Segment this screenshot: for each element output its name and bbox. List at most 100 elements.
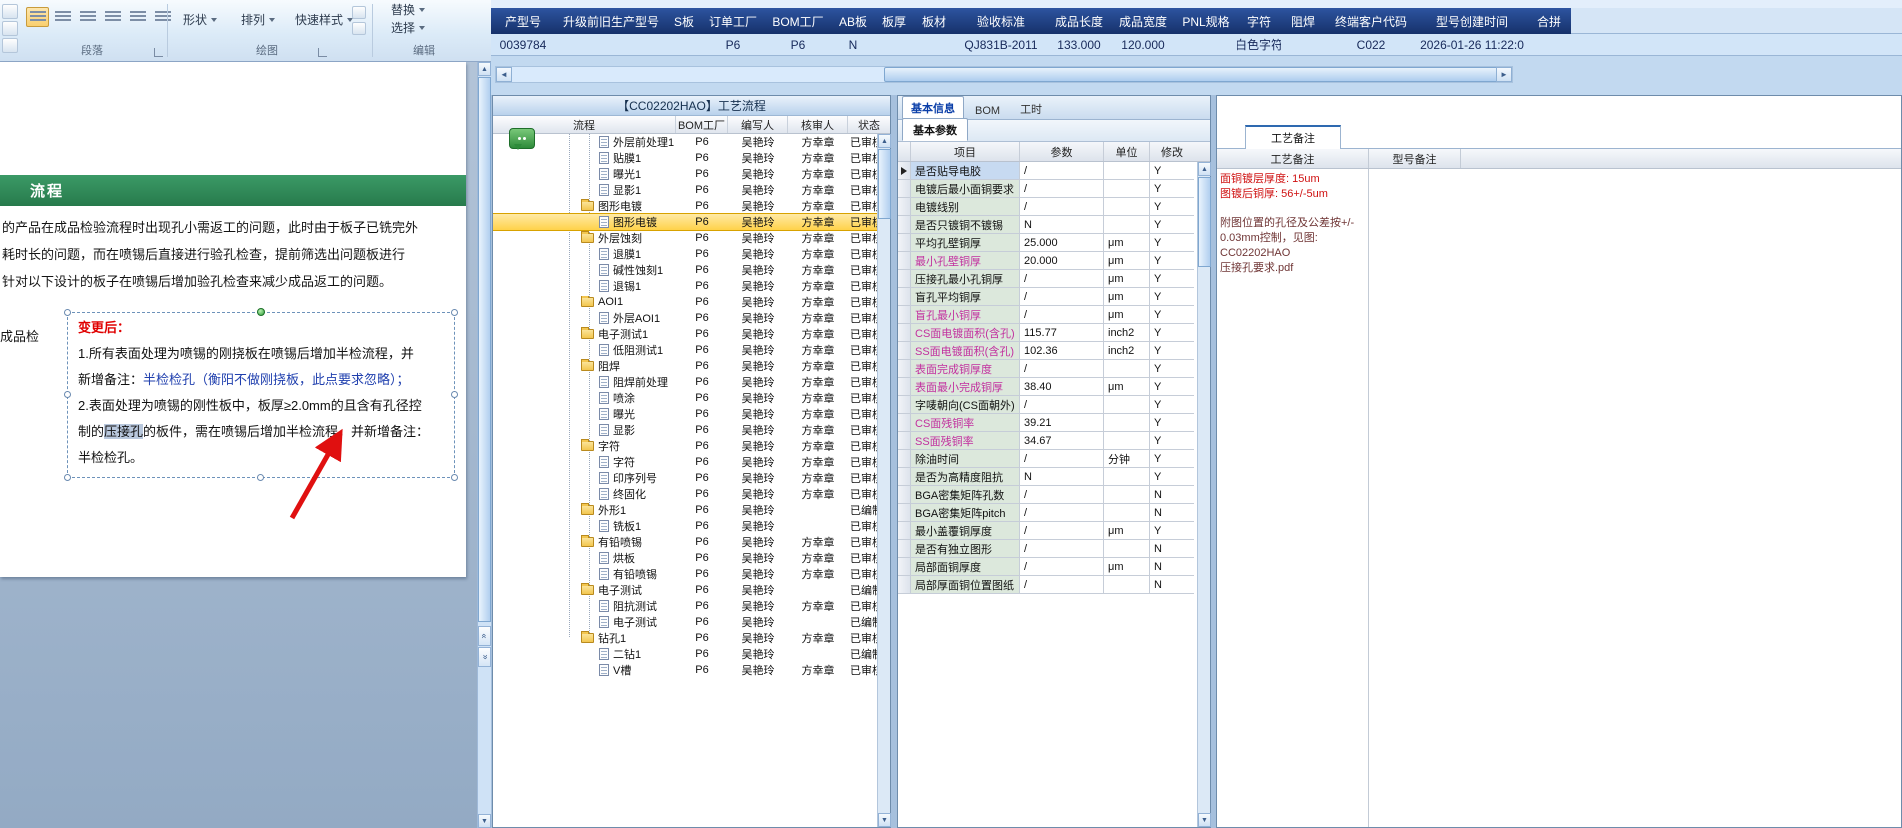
arrange-button[interactable]: 排列	[234, 8, 282, 31]
parameter-row[interactable]: 除油时间 / 分钟 Y	[898, 450, 1197, 468]
parameter-row[interactable]: 表面完成铜厚度 / Y	[898, 360, 1197, 378]
flow-row[interactable]: 终固化 P6 吴艳玲 方幸章 已审核	[493, 486, 877, 502]
align-left-button[interactable]	[26, 7, 49, 27]
scroll-down-icon[interactable]: ▼	[878, 813, 891, 827]
scrollbar-thumb[interactable]	[478, 77, 491, 622]
flow-row[interactable]: 图形电镀 P6 吴艳玲 方幸章 已审核	[493, 198, 877, 214]
parameter-row[interactable]: 是否只镀铜不镀锡 N Y	[898, 216, 1197, 234]
model-column-header[interactable]: 成品长度	[1047, 8, 1111, 34]
model-column-header[interactable]: 字符	[1237, 8, 1281, 34]
parameter-row[interactable]: 电镀线别 / Y	[898, 198, 1197, 216]
flow-row[interactable]: 钻孔1 P6 吴艳玲 方幸章 已审核	[493, 630, 877, 646]
resize-handle[interactable]	[64, 309, 71, 316]
resize-handle[interactable]	[64, 474, 71, 481]
tab-basic-info[interactable]: 基本信息	[902, 96, 964, 119]
mini-toolbar-button[interactable]	[2, 38, 18, 53]
drawing-dialog-launcher-icon[interactable]	[318, 48, 327, 57]
text-box-selection[interactable]: 变更后： 1.所有表面处理为喷锡的刚挠板在喷锡后增加半检流程，并 新增备注：半检检…	[64, 308, 458, 481]
model-column-header[interactable]: 阻焊	[1281, 8, 1325, 34]
comment-bubble-icon[interactable]	[509, 128, 535, 150]
model-column-header[interactable]: 验收标准	[955, 8, 1047, 34]
paragraph-dialog-launcher-icon[interactable]	[154, 48, 163, 57]
parameter-row[interactable]: 是否为高精度阻抗 N Y	[898, 468, 1197, 486]
model-column-header[interactable]: 合拼	[1527, 8, 1571, 34]
flow-row[interactable]: 曝光1 P6 吴艳玲 方幸章 已审核	[493, 166, 877, 182]
parameter-row[interactable]: 平均孔壁铜厚 25.000 μm Y	[898, 234, 1197, 252]
flow-row[interactable]: 印序列号 P6 吴艳玲 方幸章 已审核	[493, 470, 877, 486]
model-column-header[interactable]: 板厚	[875, 8, 913, 34]
tab-basic-parameters[interactable]: 基本参数	[902, 118, 968, 141]
parameter-row[interactable]: 盲孔最小铜厚 / μm Y	[898, 306, 1197, 324]
model-column-header[interactable]: 型号创建时间	[1417, 8, 1527, 34]
column-header-bom-factory[interactable]: BOM工厂	[676, 116, 728, 133]
flow-row[interactable]: 曝光 P6 吴艳玲 方幸章 已审核	[493, 406, 877, 422]
parameter-row[interactable]: CS面电镀面积(含孔) 115.77 inch2 Y	[898, 324, 1197, 342]
column-header-status[interactable]: 状态	[848, 116, 890, 133]
flow-row[interactable]: 外层AOI1 P6 吴艳玲 方幸章 已审核	[493, 310, 877, 326]
scroll-right-icon[interactable]: ►	[1496, 67, 1512, 82]
model-column-header[interactable]: PNL规格	[1175, 8, 1237, 34]
quick-styles-button[interactable]: 快速样式	[288, 8, 360, 31]
flow-row[interactable]: 外层前处理1 P6 吴艳玲 方幸章 已审核	[493, 134, 877, 150]
flow-row[interactable]: 电子测试1 P6 吴艳玲 方幸章 已审核	[493, 326, 877, 342]
tab-work-hours[interactable]: 工时	[1011, 97, 1051, 119]
column-header-parameter[interactable]: 参数	[1020, 142, 1104, 161]
tab-process-notes[interactable]: 工艺备注	[1245, 125, 1341, 149]
model-column-header[interactable]: 板材	[913, 8, 955, 34]
process-notes-content[interactable]: 面铜镀层厚度: 15um 图镀后铜厚: 56+/-5um 附图位置的孔径及公差按+/…	[1217, 169, 1369, 827]
parameter-row[interactable]: BGA密集矩阵孔数 / N	[898, 486, 1197, 504]
column-header-unit[interactable]: 单位	[1104, 142, 1150, 161]
resize-handle[interactable]	[451, 309, 458, 316]
flow-row[interactable]: 显影1 P6 吴艳玲 方幸章 已审核	[493, 182, 877, 198]
resize-handle[interactable]	[64, 391, 71, 398]
model-column-header[interactable]: S板	[667, 8, 701, 34]
model-column-header[interactable]: 产型号	[491, 8, 555, 34]
flow-row[interactable]: 铣板1 P6 吴艳玲 已审核	[493, 518, 877, 534]
parameter-row[interactable]: 字唛朝向(CS面朝外) / Y	[898, 396, 1197, 414]
shapes-button[interactable]: 形状	[176, 8, 224, 31]
parameter-row[interactable]: 局部厚面铜位置图纸 / N	[898, 576, 1197, 594]
scroll-down-icon[interactable]: ▼	[1198, 813, 1211, 827]
flow-row[interactable]: 图形电镀 P6 吴艳玲 方幸章 已审核	[493, 213, 877, 231]
model-column-header[interactable]: 升级前旧生产型号	[555, 8, 667, 34]
flow-row[interactable]: 退膜1 P6 吴艳玲 方幸章 已审核	[493, 246, 877, 262]
model-column-header[interactable]: 终端客户代码	[1325, 8, 1417, 34]
model-column-header[interactable]: 成品宽度	[1111, 8, 1175, 34]
flow-row[interactable]: 字符 P6 吴艳玲 方幸章 已审核	[493, 454, 877, 470]
flow-row[interactable]: 有铅喷锡 P6 吴艳玲 方幸章 已审核	[493, 534, 877, 550]
resize-handle[interactable]	[257, 474, 264, 481]
parameter-row[interactable]: 压接孔最小孔铜厚 / μm Y	[898, 270, 1197, 288]
parameter-row[interactable]: 是否有独立图形 / N	[898, 540, 1197, 558]
flow-row[interactable]: 阻焊前处理 P6 吴艳玲 方幸章 已审核	[493, 374, 877, 390]
scrollbar-thumb[interactable]	[878, 149, 891, 219]
parameter-row[interactable]: 电镀后最小面铜要求 / Y	[898, 180, 1197, 198]
parameter-row[interactable]: 是否贴导电胶 / Y	[898, 162, 1197, 180]
model-column-header[interactable]: BOM工厂	[765, 8, 831, 34]
model-column-header[interactable]: AB板	[831, 8, 875, 34]
flow-row[interactable]: 阻抗测试 P6 吴艳玲 方幸章 已审核	[493, 598, 877, 614]
flow-vertical-scrollbar[interactable]: ▲ ▼	[877, 134, 891, 827]
flow-row[interactable]: 有铅喷锡 P6 吴艳玲 方幸章 已审核	[493, 566, 877, 582]
column-header-process-notes[interactable]: 工艺备注	[1217, 149, 1369, 168]
column-header-auditor[interactable]: 核审人	[788, 116, 848, 133]
scroll-left-icon[interactable]: ◄	[496, 67, 512, 82]
flow-row[interactable]: 低阻测试1 P6 吴艳玲 方幸章 已审核	[493, 342, 877, 358]
flow-row[interactable]: 电子测试 P6 吴艳玲 已编制	[493, 582, 877, 598]
tab-bom[interactable]: BOM	[966, 101, 1009, 119]
justify-button[interactable]	[101, 7, 124, 27]
scroll-up-icon[interactable]: ▲	[478, 62, 491, 76]
parameter-row[interactable]: BGA密集矩阵pitch / N	[898, 504, 1197, 522]
parameters-vertical-scrollbar[interactable]: ▲ ▼	[1197, 162, 1211, 827]
select-button[interactable]: 选择	[384, 16, 432, 39]
next-slide-icon[interactable]: «	[478, 647, 491, 667]
parameter-row[interactable]: 盲孔平均铜厚 / μm Y	[898, 288, 1197, 306]
parameter-row[interactable]: 表面最小完成铜厚 38.40 μm Y	[898, 378, 1197, 396]
flow-row[interactable]: 阻焊 P6 吴艳玲 方幸章 已审核	[493, 358, 877, 374]
mini-toolbar-button[interactable]	[2, 21, 18, 36]
horizontal-scrollbar-thumb[interactable]	[884, 67, 1498, 82]
flow-row[interactable]: 二钻1 P6 吴艳玲 已编制	[493, 646, 877, 662]
flow-row[interactable]: 字符 P6 吴艳玲 方幸章 已审核	[493, 438, 877, 454]
scroll-down-icon[interactable]: ▼	[478, 814, 491, 828]
shape-outline-button[interactable]	[352, 22, 366, 35]
parameter-row[interactable]: 最小盖覆铜厚度 / μm Y	[898, 522, 1197, 540]
